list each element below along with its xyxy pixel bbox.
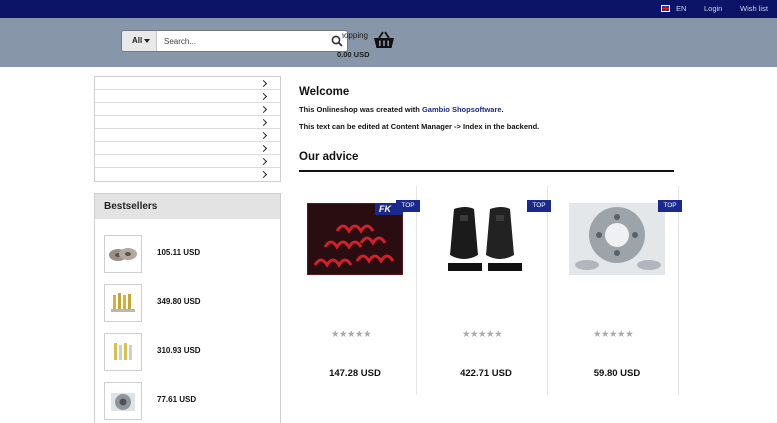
wheel-spacer-icon xyxy=(111,393,135,411)
login-link[interactable]: Login xyxy=(704,4,722,13)
bestsellers-title: Bestsellers xyxy=(95,194,280,219)
category-item[interactable] xyxy=(95,142,280,155)
brake-discs-thumb[interactable] xyxy=(104,235,142,273)
search-category-label: All xyxy=(132,36,143,45)
cart-label[interactable]: Shopping xyxy=(342,31,368,40)
racing-seats-image[interactable] xyxy=(438,203,534,275)
uk-flag-icon[interactable] xyxy=(661,5,670,12)
product-card[interactable]: FK TOP ★★★★★ 147.28 USD xyxy=(299,186,420,395)
product-card[interactable]: TOP ★★★★★ 59.80 USD xyxy=(561,186,682,395)
top-badge: TOP xyxy=(527,200,551,212)
rating-stars: ★★★★★ xyxy=(593,329,634,340)
welcome-title: Welcome xyxy=(299,86,350,98)
brake-discs-icon xyxy=(109,248,137,261)
search-category-select[interactable]: All xyxy=(122,31,157,51)
product-card[interactable]: TOP ★★★★★ 422.71 USD xyxy=(430,186,551,395)
shopping-basket-icon[interactable] xyxy=(373,31,395,50)
bestseller-item[interactable]: 77.61 USD xyxy=(104,382,274,420)
category-item[interactable] xyxy=(95,103,280,116)
category-item[interactable] xyxy=(95,168,280,181)
wheel-spacer-thumb[interactable] xyxy=(104,382,142,420)
top-bar: EN Login Wish list xyxy=(0,0,777,18)
chevron-right-icon xyxy=(259,79,268,88)
suspension-set-thumb[interactable] xyxy=(104,333,142,371)
category-item[interactable] xyxy=(95,116,280,129)
category-item[interactable] xyxy=(95,129,280,142)
wishlist-link[interactable]: Wish list xyxy=(740,4,768,13)
bestseller-item[interactable]: 349.80 USD xyxy=(104,284,274,322)
chevron-right-icon xyxy=(259,157,268,166)
bestseller-item[interactable]: 105.11 USD xyxy=(104,235,274,273)
shock-absorbers-thumb[interactable] xyxy=(104,284,142,322)
bestseller-price: 310.93 USD xyxy=(157,346,201,355)
bestseller-price: 77.61 USD xyxy=(157,395,197,404)
category-item[interactable] xyxy=(95,77,280,90)
caret-down-icon xyxy=(144,39,150,43)
chevron-right-icon xyxy=(259,131,268,140)
bestseller-item[interactable]: 310.93 USD xyxy=(104,333,274,371)
product-price: 147.28 USD xyxy=(329,368,381,379)
rating-stars: ★★★★★ xyxy=(331,329,372,340)
product-price: 422.71 USD xyxy=(460,368,512,379)
category-menu xyxy=(94,76,281,182)
product-price: 59.80 USD xyxy=(593,368,641,379)
bestseller-price: 349.80 USD xyxy=(157,297,201,306)
intro-text: This Onlineshop was created with Gambio … xyxy=(299,105,504,114)
search-input[interactable] xyxy=(158,31,328,51)
category-item[interactable] xyxy=(95,155,280,168)
fk-brand-mark: FK xyxy=(379,204,392,214)
cart-total[interactable]: 0.00 USD xyxy=(337,50,370,59)
top-badge: TOP xyxy=(396,200,420,212)
language-switch[interactable]: EN xyxy=(676,4,686,13)
chevron-right-icon xyxy=(259,170,268,179)
shock-absorbers-icon xyxy=(111,293,135,312)
wheel-spacers-image[interactable] xyxy=(569,203,665,275)
category-item[interactable] xyxy=(95,90,280,103)
bestsellers-box: Bestsellers 105.11 USD 349.80 USD 310.93… xyxy=(94,193,281,423)
top-badge: TOP xyxy=(658,200,682,212)
rating-stars: ★★★★★ xyxy=(462,329,503,340)
chevron-right-icon xyxy=(259,118,268,127)
chevron-right-icon xyxy=(259,144,268,153)
suspension-set-icon xyxy=(114,343,132,360)
search-bar: All xyxy=(121,30,348,52)
gambio-link[interactable]: Gambio Shopsoftware xyxy=(422,105,502,114)
intro-text-2: This text can be edited at Content Manag… xyxy=(299,122,540,131)
bestseller-price: 105.11 USD xyxy=(157,248,201,257)
lowering-springs-image[interactable]: FK xyxy=(307,203,403,275)
divider xyxy=(299,170,674,172)
chevron-right-icon xyxy=(259,92,268,101)
chevron-right-icon xyxy=(259,105,268,114)
advice-title: Our advice xyxy=(299,151,359,163)
